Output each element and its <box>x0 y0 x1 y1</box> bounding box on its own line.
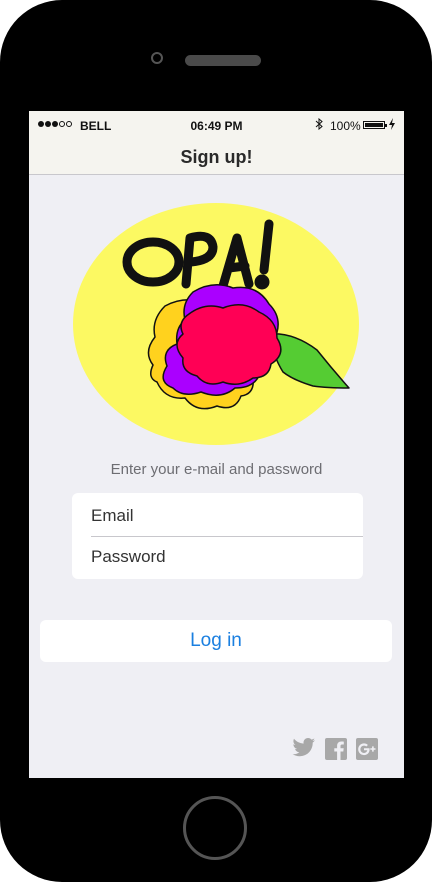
login-form: Email Password <box>72 493 363 579</box>
speaker-grille <box>185 55 261 66</box>
page-title: Sign up! <box>180 147 253 167</box>
battery-icon <box>363 121 387 129</box>
email-field[interactable]: Email <box>72 495 363 537</box>
phone-screen: BELL 06:49 PM 100% Sign up! Enter your e… <box>29 111 404 778</box>
login-button[interactable]: Log in <box>40 620 392 662</box>
status-bar: BELL 06:49 PM 100% <box>29 111 404 139</box>
facebook-icon[interactable] <box>325 738 347 760</box>
twitter-icon[interactable] <box>292 738 316 758</box>
flower-red-petals <box>176 304 282 385</box>
battery-percentage: 100% <box>330 119 361 133</box>
google-plus-icon[interactable] <box>356 738 378 760</box>
camera-lens <box>151 52 163 64</box>
opa-logo <box>73 203 359 445</box>
bluetooth-icon <box>315 117 323 133</box>
navigation-bar: Sign up! <box>29 139 404 175</box>
login-instructions: Enter your e-mail and password <box>110 461 323 478</box>
password-field[interactable]: Password <box>72 536 363 578</box>
home-button[interactable] <box>183 796 247 860</box>
charging-icon <box>389 118 395 133</box>
phone-frame: BELL 06:49 PM 100% Sign up! Enter your e… <box>0 0 432 882</box>
